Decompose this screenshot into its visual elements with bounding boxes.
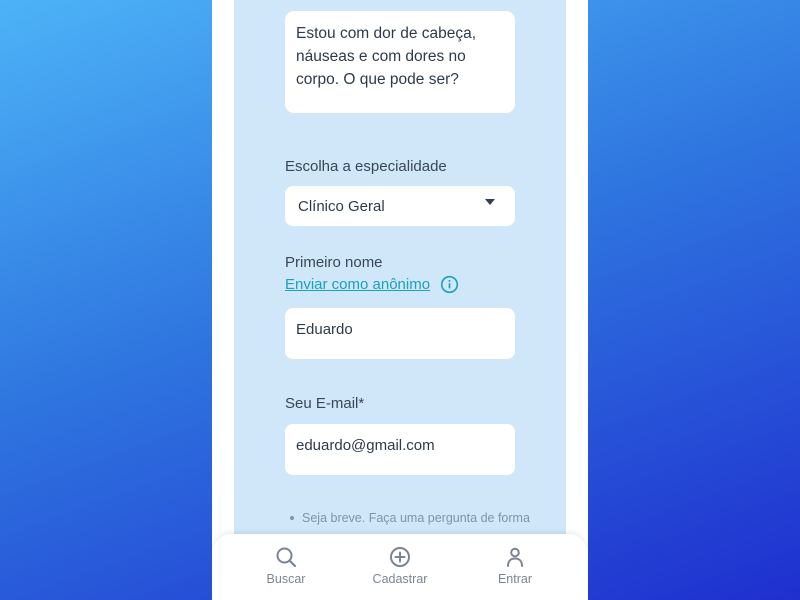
first-name-input[interactable]: Eduardo [285, 308, 515, 359]
email-label: Seu E-mail* [285, 395, 365, 412]
info-icon[interactable] [440, 275, 459, 294]
bullet-icon [290, 515, 294, 520]
plus-circle-icon [390, 547, 410, 567]
phone-screen: Estou com dor de cabeça, náuseas e com d… [212, 0, 588, 600]
send-anonymous-link[interactable]: Enviar como anônimo [285, 276, 430, 293]
nav-item-buscar[interactable]: Buscar [246, 546, 326, 586]
question-textarea[interactable]: Estou com dor de cabeça, náuseas e com d… [285, 11, 515, 113]
user-icon [507, 547, 523, 567]
form-panel: Estou com dor de cabeça, náuseas e com d… [234, 0, 566, 600]
specialty-select[interactable]: Clínico Geral [285, 186, 515, 226]
nav-label-cadastrar: Cadastrar [372, 572, 428, 586]
first-name-label: Primeiro nome [285, 254, 383, 271]
nav-item-cadastrar[interactable]: Cadastrar [360, 546, 440, 586]
specialty-value: Clínico Geral [298, 197, 385, 215]
search-icon [276, 547, 297, 568]
caret-down-icon [485, 199, 495, 205]
email-input[interactable]: eduardo@gmail.com [285, 424, 515, 475]
hint-text: Seja breve. Faça uma pergunta de forma [290, 510, 540, 526]
nav-item-entrar[interactable]: Entrar [475, 546, 555, 586]
nav-label-buscar: Buscar [266, 572, 306, 586]
specialty-label: Escolha a especialidade [285, 158, 447, 175]
hint-line: Seja breve. Faça uma pergunta de forma [302, 511, 530, 525]
bottom-navigation: Buscar Cadastrar Entrar [212, 534, 588, 600]
anonymous-row: Enviar como anônimo [285, 275, 459, 294]
nav-label-entrar: Entrar [497, 572, 533, 586]
